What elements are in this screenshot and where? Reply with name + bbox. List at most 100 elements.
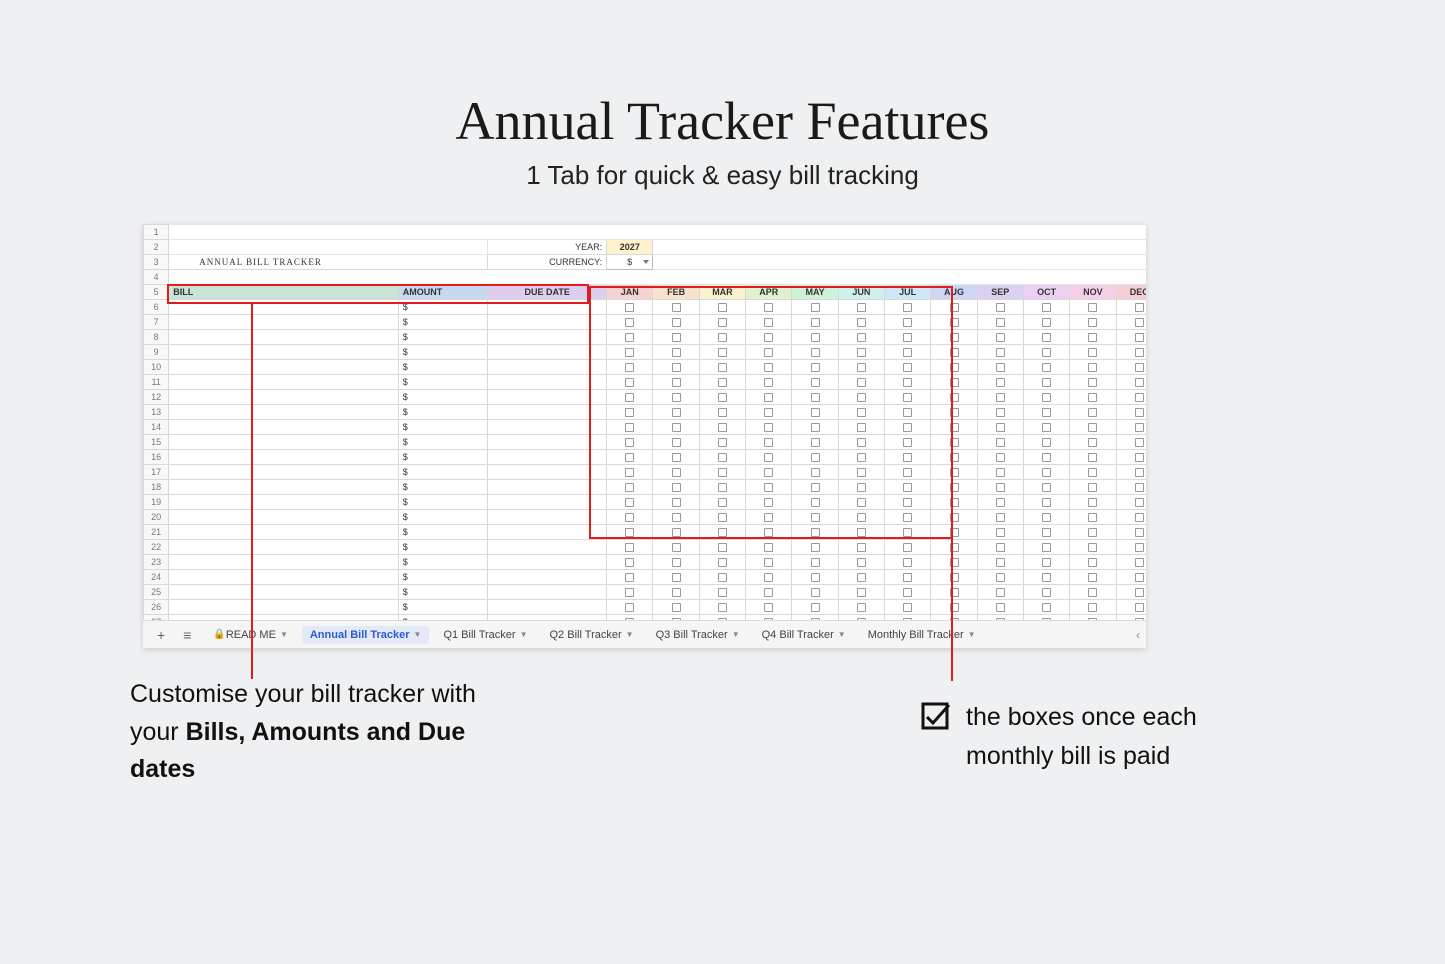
month-checkbox-cell[interactable] — [792, 375, 838, 390]
chevron-down-icon[interactable]: ▼ — [838, 630, 846, 639]
amount-cell[interactable]: $ — [398, 585, 487, 600]
month-checkbox-cell[interactable] — [653, 315, 699, 330]
month-checkbox-cell[interactable] — [1023, 465, 1069, 480]
checkbox-icon[interactable] — [857, 423, 866, 432]
checkbox-icon[interactable] — [625, 438, 634, 447]
month-checkbox-cell[interactable] — [885, 450, 931, 465]
month-checkbox-cell[interactable] — [1070, 360, 1116, 375]
month-checkbox-cell[interactable] — [746, 495, 792, 510]
month-checkbox-cell[interactable] — [1116, 465, 1146, 480]
checkbox-icon[interactable] — [672, 483, 681, 492]
month-checkbox-cell[interactable] — [885, 495, 931, 510]
checkbox-icon[interactable] — [811, 378, 820, 387]
checkbox-icon[interactable] — [1135, 498, 1144, 507]
sheet-tab-q3-bill-tracker[interactable]: Q3 Bill Tracker▼ — [648, 626, 748, 644]
checkbox-icon[interactable] — [811, 573, 820, 582]
bill-cell[interactable] — [169, 600, 398, 615]
month-checkbox-cell[interactable] — [1023, 555, 1069, 570]
month-checkbox-cell[interactable] — [746, 300, 792, 315]
checkbox-icon[interactable] — [764, 483, 773, 492]
checkbox-icon[interactable] — [718, 378, 727, 387]
month-checkbox-cell[interactable] — [607, 555, 653, 570]
month-checkbox-cell[interactable] — [1023, 525, 1069, 540]
checkbox-icon[interactable] — [857, 348, 866, 357]
month-checkbox-cell[interactable] — [931, 480, 977, 495]
month-checkbox-cell[interactable] — [699, 450, 745, 465]
month-checkbox-cell[interactable] — [607, 420, 653, 435]
month-checkbox-cell[interactable] — [838, 525, 884, 540]
amount-cell[interactable]: $ — [398, 570, 487, 585]
checkbox-icon[interactable] — [950, 528, 959, 537]
month-checkbox-cell[interactable] — [1116, 390, 1146, 405]
checkbox-icon[interactable] — [764, 393, 773, 402]
month-checkbox-cell[interactable] — [838, 585, 884, 600]
month-checkbox-cell[interactable] — [607, 540, 653, 555]
month-checkbox-cell[interactable] — [1116, 345, 1146, 360]
checkbox-icon[interactable] — [811, 558, 820, 567]
checkbox-icon[interactable] — [625, 603, 634, 612]
month-checkbox-cell[interactable] — [653, 495, 699, 510]
month-checkbox-cell[interactable] — [746, 555, 792, 570]
checkbox-icon[interactable] — [996, 423, 1005, 432]
checkbox-icon[interactable] — [1088, 393, 1097, 402]
checkbox-icon[interactable] — [1135, 603, 1144, 612]
checkbox-icon[interactable] — [1042, 303, 1051, 312]
month-checkbox-cell[interactable] — [699, 435, 745, 450]
month-checkbox-cell[interactable] — [1070, 510, 1116, 525]
checkbox-icon[interactable] — [996, 453, 1005, 462]
due-date-cell[interactable] — [488, 555, 607, 570]
month-checkbox-cell[interactable] — [746, 345, 792, 360]
month-checkbox-cell[interactable] — [607, 390, 653, 405]
month-checkbox-cell[interactable] — [885, 315, 931, 330]
checkbox-icon[interactable] — [718, 408, 727, 417]
month-checkbox-cell[interactable] — [792, 555, 838, 570]
checkbox-icon[interactable] — [625, 318, 634, 327]
month-checkbox-cell[interactable] — [1070, 570, 1116, 585]
checkbox-icon[interactable] — [1042, 498, 1051, 507]
month-checkbox-cell[interactable] — [746, 375, 792, 390]
checkbox-icon[interactable] — [625, 468, 634, 477]
checkbox-icon[interactable] — [903, 348, 912, 357]
checkbox-icon[interactable] — [1088, 468, 1097, 477]
checkbox-icon[interactable] — [625, 378, 634, 387]
checkbox-icon[interactable] — [1135, 318, 1144, 327]
bill-cell[interactable] — [169, 465, 398, 480]
checkbox-icon[interactable] — [950, 378, 959, 387]
month-checkbox-cell[interactable] — [977, 405, 1023, 420]
month-checkbox-cell[interactable] — [699, 300, 745, 315]
checkbox-icon[interactable] — [950, 498, 959, 507]
checkbox-icon[interactable] — [672, 528, 681, 537]
checkbox-icon[interactable] — [672, 393, 681, 402]
month-checkbox-cell[interactable] — [977, 345, 1023, 360]
checkbox-icon[interactable] — [996, 348, 1005, 357]
checkbox-icon[interactable] — [811, 333, 820, 342]
checkbox-icon[interactable] — [1042, 348, 1051, 357]
month-checkbox-cell[interactable] — [1070, 480, 1116, 495]
amount-cell[interactable]: $ — [398, 435, 487, 450]
checkbox-icon[interactable] — [996, 513, 1005, 522]
checkbox-icon[interactable] — [950, 393, 959, 402]
checkbox-icon[interactable] — [996, 363, 1005, 372]
chevron-down-icon[interactable]: ▼ — [414, 630, 422, 639]
month-checkbox-cell[interactable] — [977, 450, 1023, 465]
month-checkbox-cell[interactable] — [1070, 435, 1116, 450]
checkbox-icon[interactable] — [1042, 408, 1051, 417]
checkbox-icon[interactable] — [857, 543, 866, 552]
amount-cell[interactable]: $ — [398, 420, 487, 435]
checkbox-icon[interactable] — [764, 573, 773, 582]
checkbox-icon[interactable] — [811, 603, 820, 612]
checkbox-icon[interactable] — [625, 558, 634, 567]
month-checkbox-cell[interactable] — [1023, 375, 1069, 390]
checkbox-icon[interactable] — [811, 453, 820, 462]
month-checkbox-cell[interactable] — [653, 600, 699, 615]
amount-cell[interactable]: $ — [398, 315, 487, 330]
month-checkbox-cell[interactable] — [653, 435, 699, 450]
checkbox-icon[interactable] — [857, 393, 866, 402]
month-checkbox-cell[interactable] — [746, 330, 792, 345]
checkbox-icon[interactable] — [950, 318, 959, 327]
checkbox-icon[interactable] — [1042, 528, 1051, 537]
month-checkbox-cell[interactable] — [977, 465, 1023, 480]
month-checkbox-cell[interactable] — [1116, 600, 1146, 615]
checkbox-icon[interactable] — [1088, 558, 1097, 567]
month-checkbox-cell[interactable] — [885, 330, 931, 345]
